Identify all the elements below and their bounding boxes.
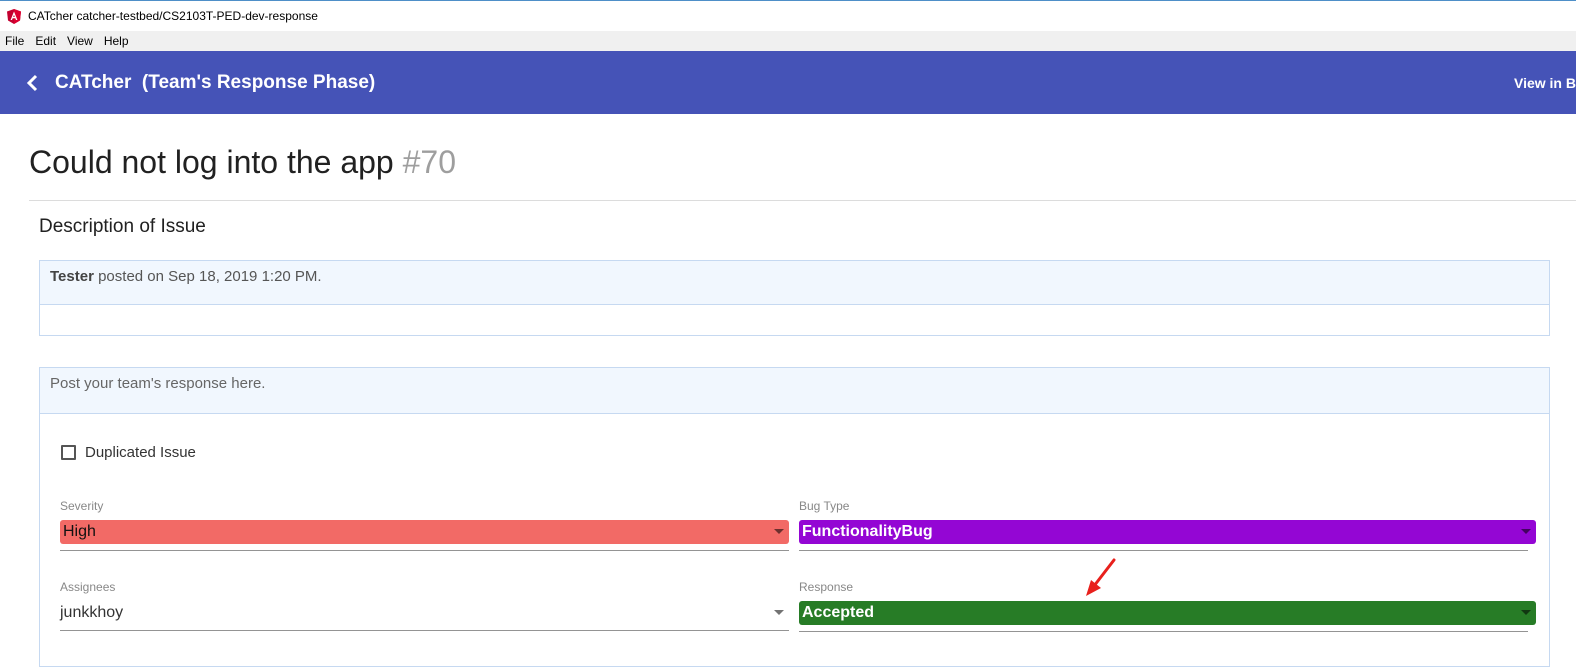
bug-type-underline (799, 550, 1528, 551)
dropdown-arrow-icon (774, 529, 784, 534)
dropdown-arrow-icon (1521, 610, 1531, 615)
assignees-select[interactable]: junkkhoy (60, 601, 789, 625)
assignees-value: junkkhoy (60, 604, 124, 621)
severity-value: High (63, 523, 96, 540)
response-input[interactable]: Post your team's response here. (40, 368, 1549, 414)
response-underline (799, 631, 1528, 632)
section-title-description: Description of Issue (39, 216, 206, 237)
dropdown-arrow-icon (1521, 529, 1531, 534)
severity-label: Severity (60, 499, 104, 513)
menu-help[interactable]: Help (104, 34, 129, 48)
response-value: Accepted (802, 604, 875, 621)
bug-type-field: Bug Type FunctionalityBug (799, 499, 1536, 551)
posted-date: posted on Sep 18, 2019 1:20 PM. (98, 268, 322, 285)
severity-underline (60, 550, 789, 551)
response-card: Post your team's response here. Duplicat… (39, 367, 1550, 667)
app-title: CATcher (Team's Response Phase) (55, 71, 376, 93)
assignees-underline (60, 630, 789, 631)
back-button[interactable] (22, 73, 42, 93)
chevron-left-icon (26, 74, 38, 91)
assignees-label: Assignees (60, 580, 116, 594)
bug-type-value: FunctionalityBug (802, 523, 933, 540)
angular-icon (7, 8, 21, 24)
menu-view[interactable]: View (67, 34, 93, 48)
assignees-field: Assignees junkkhoy (60, 580, 789, 631)
severity-field: Severity High (60, 499, 789, 551)
dropdown-arrow-icon (774, 610, 784, 615)
divider (29, 200, 1576, 201)
bug-type-select[interactable]: FunctionalityBug (799, 520, 1536, 544)
issue-number: #70 (402, 144, 456, 180)
description-card: Tester posted on Sep 18, 2019 1:20 PM. (39, 260, 1550, 336)
author-name: Tester (50, 268, 94, 285)
duplicated-issue-checkbox[interactable] (61, 445, 76, 460)
description-header: Tester posted on Sep 18, 2019 1:20 PM. (40, 261, 1549, 305)
response-select[interactable]: Accepted (799, 601, 1536, 625)
issue-title: Could not log into the app #70 (29, 144, 456, 181)
window-title: CATcher catcher-testbed/CS2103T-PED-dev-… (28, 9, 318, 23)
issue-title-text: Could not log into the app (29, 144, 394, 180)
menu-bar: File Edit View Help (0, 31, 1576, 51)
response-label: Response (799, 580, 854, 594)
window-titlebar: CATcher catcher-testbed/CS2103T-PED-dev-… (0, 0, 1576, 31)
severity-select[interactable]: High (60, 520, 789, 544)
view-in-browser-button[interactable]: View in Browser (1514, 51, 1576, 114)
app-toolbar: CATcher (Team's Response Phase) View in … (0, 51, 1576, 114)
menu-edit[interactable]: Edit (35, 34, 56, 48)
duplicated-issue-label: Duplicated Issue (85, 444, 196, 461)
duplicated-issue-row: Duplicated Issue (61, 444, 196, 461)
red-arrow-icon (1086, 558, 1116, 596)
response-field: Response Accepted (799, 580, 1536, 632)
bug-type-label: Bug Type (799, 499, 850, 513)
menu-file[interactable]: File (5, 34, 24, 48)
